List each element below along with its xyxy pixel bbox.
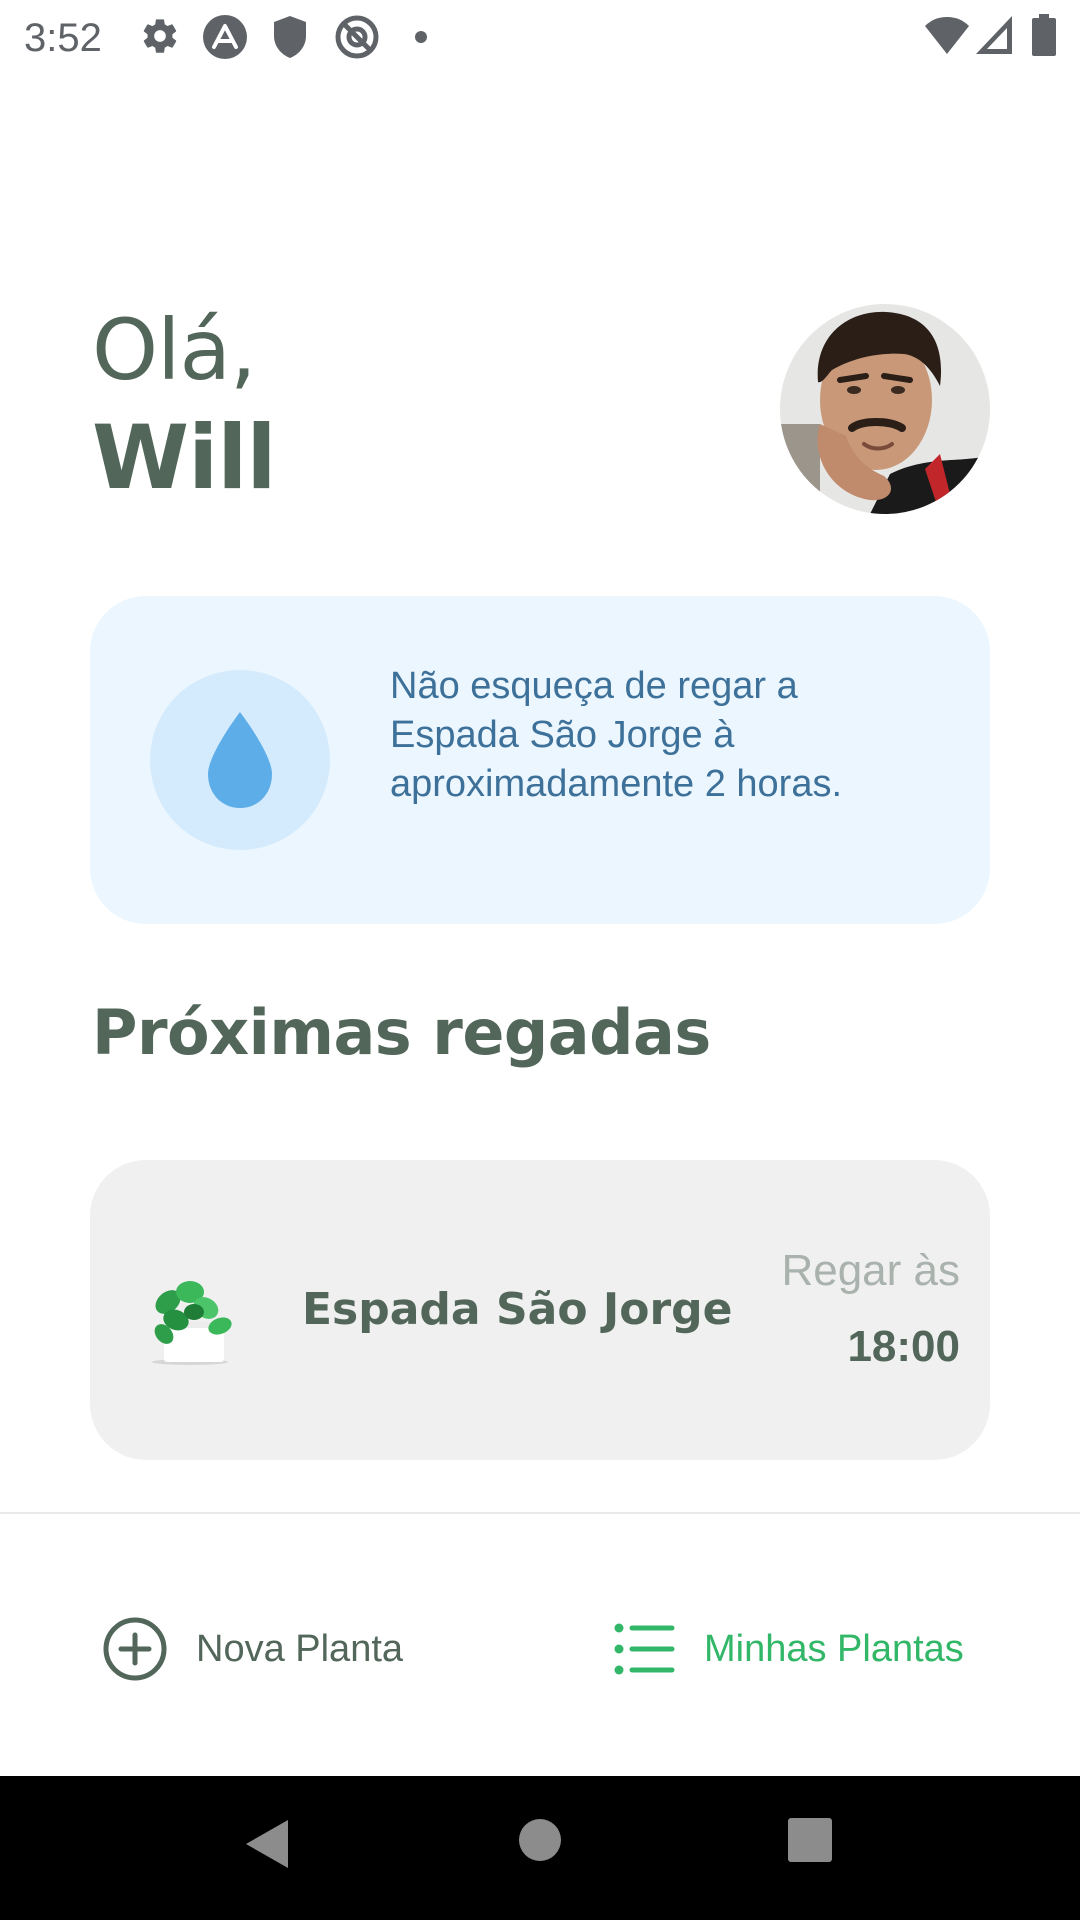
android-nav-bar: [0, 1776, 1080, 1920]
wifi-icon: [925, 17, 969, 54]
status-bar: 3:52: [0, 0, 1080, 74]
water-time-label: Regar às: [781, 1246, 960, 1295]
signal-icon: [976, 16, 1012, 54]
water-reminder-banner: Não esqueça de regar a Espada São Jorge …: [90, 596, 990, 924]
plant-card[interactable]: Espada São Jorge Regar às 18:00: [90, 1160, 990, 1460]
tab-minhas-plantas[interactable]: Minhas Plantas: [614, 1614, 964, 1684]
user-name: Will: [92, 406, 277, 509]
water-reminder-text: Não esqueça de regar a Espada São Jorge …: [390, 665, 843, 805]
home-icon[interactable]: [518, 1818, 562, 1862]
status-time: 3:52: [24, 16, 102, 60]
avatar[interactable]: [780, 304, 990, 514]
bottom-tab-bar: Nova Planta Minhas Plantas: [0, 1514, 1080, 1776]
expo-icon: [203, 15, 247, 59]
plant-image: [152, 1281, 232, 1365]
section-title: Próximas regadas: [92, 996, 711, 1069]
greeting: Olá, Will: [92, 298, 277, 514]
gear-icon: [143, 19, 177, 53]
water-time-value: 18:00: [847, 1322, 960, 1371]
plus-circle-icon: [103, 1617, 167, 1681]
tab-nova-planta[interactable]: Nova Planta: [102, 1614, 403, 1684]
plant-name: Espada São Jorge: [302, 1284, 733, 1335]
at-sign-icon: [335, 15, 379, 59]
battery-icon: [1032, 14, 1056, 56]
list-icon: [614, 1623, 675, 1675]
greeting-hello: Olá,: [92, 301, 257, 399]
back-icon[interactable]: [244, 1818, 290, 1870]
recents-icon[interactable]: [788, 1818, 832, 1862]
shield-icon: [274, 16, 306, 58]
tab-nova-planta-label: Nova Planta: [196, 1627, 404, 1670]
water-drop-icon: [208, 712, 272, 808]
dot-icon: [415, 31, 427, 43]
tab-minhas-plantas-label: Minhas Plantas: [704, 1627, 964, 1670]
water-drop-badge: [150, 670, 330, 850]
